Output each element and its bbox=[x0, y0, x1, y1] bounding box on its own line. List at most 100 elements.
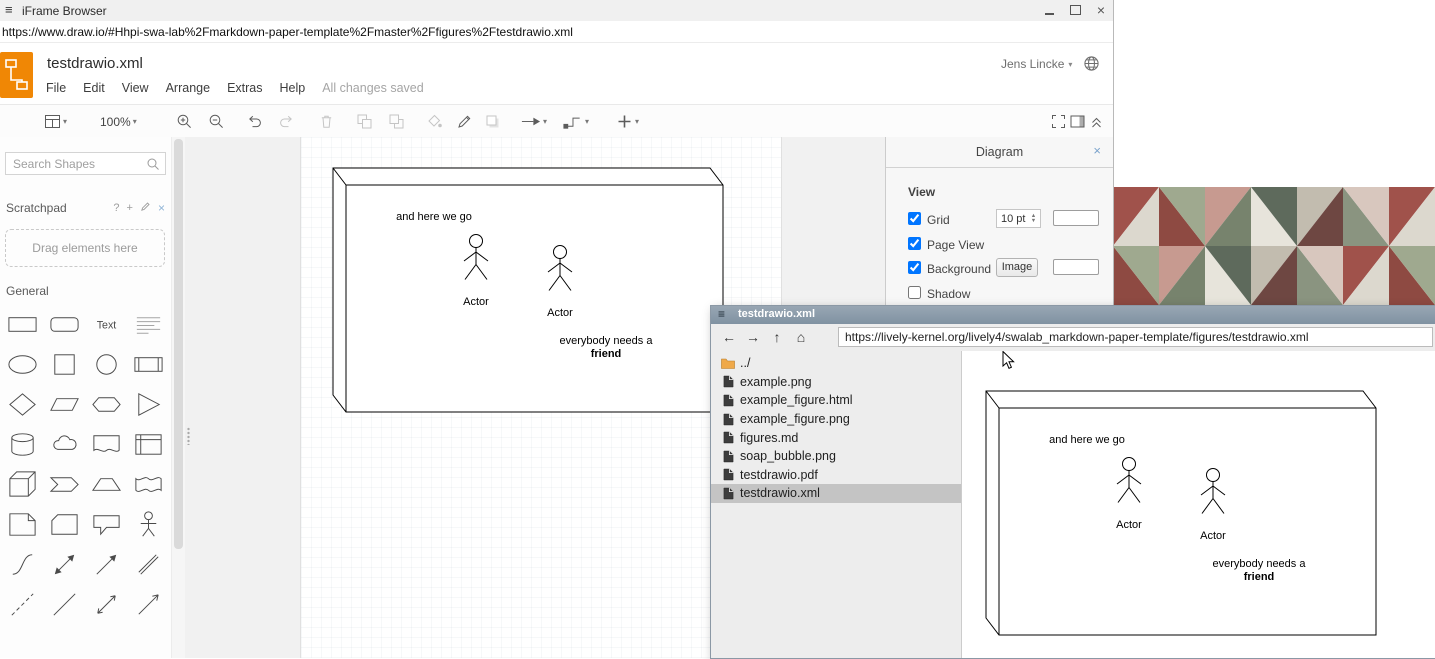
url-input[interactable] bbox=[0, 21, 1113, 42]
search-icon[interactable] bbox=[146, 157, 160, 171]
format-panel-toggle-button[interactable] bbox=[1069, 112, 1086, 131]
menu-edit[interactable]: Edit bbox=[83, 81, 105, 95]
tab-diagram[interactable]: Diagram bbox=[886, 137, 1113, 167]
shape-document[interactable] bbox=[85, 424, 127, 464]
shape-callout[interactable] bbox=[85, 504, 127, 544]
fill-color-button[interactable] bbox=[426, 112, 443, 131]
scratchpad-close-button[interactable]: × bbox=[158, 201, 165, 215]
undo-button[interactable] bbox=[246, 112, 263, 131]
shape-link[interactable] bbox=[127, 544, 169, 584]
sidebar-resize-grip[interactable] bbox=[187, 427, 190, 445]
spinner-down-icon[interactable]: ▼ bbox=[1031, 219, 1036, 224]
menu-help[interactable]: Help bbox=[280, 81, 306, 95]
scratchpad-help-button[interactable]: ? bbox=[113, 202, 119, 214]
caption-line2[interactable]: friend bbox=[591, 348, 622, 360]
menu-view[interactable]: View bbox=[122, 81, 149, 95]
actor-label[interactable]: Actor bbox=[463, 296, 489, 308]
close-button[interactable]: × bbox=[1090, 0, 1112, 20]
file-row-testdrawio.pdf[interactable]: testdrawio.pdf bbox=[711, 466, 961, 485]
shape-curve[interactable] bbox=[1, 544, 43, 584]
shape-rectangle[interactable] bbox=[1, 304, 43, 344]
to-back-button[interactable] bbox=[388, 112, 405, 131]
menu-extras[interactable]: Extras bbox=[227, 81, 262, 95]
shape-actor[interactable] bbox=[127, 504, 169, 544]
file-url-input[interactable] bbox=[838, 327, 1433, 347]
scrollbar-thumb[interactable] bbox=[174, 139, 183, 549]
window-menu-icon[interactable]: ≡ bbox=[5, 2, 13, 17]
forward-button[interactable]: → bbox=[743, 327, 763, 347]
shape-square[interactable] bbox=[43, 344, 85, 384]
shape-arrow[interactable] bbox=[85, 544, 127, 584]
to-front-button[interactable] bbox=[356, 112, 373, 131]
maximize-button[interactable] bbox=[1064, 0, 1086, 20]
scratchpad-edit-button[interactable] bbox=[140, 201, 151, 215]
background-image-button[interactable]: Image bbox=[996, 258, 1038, 277]
grid-checkbox[interactable] bbox=[908, 212, 921, 225]
file-row-testdrawio.xml[interactable]: testdrawio.xml bbox=[711, 484, 961, 503]
shape-cloud[interactable] bbox=[43, 424, 85, 464]
shape-circle[interactable] bbox=[85, 344, 127, 384]
file-browser-titlebar[interactable]: ≡ testdrawio.xml bbox=[711, 306, 1435, 325]
window-menu-icon[interactable]: ≡ bbox=[718, 307, 725, 321]
zoom-dropdown[interactable]: 100% ▾ bbox=[100, 112, 137, 131]
shape-bidirectional-arrow[interactable] bbox=[43, 544, 85, 584]
shape-line[interactable] bbox=[43, 584, 85, 624]
shape-text[interactable]: Text bbox=[85, 304, 127, 344]
shape-dashed-line[interactable] bbox=[1, 584, 43, 624]
shape-trapezoid[interactable] bbox=[85, 464, 127, 504]
caption-line1[interactable]: everybody needs a bbox=[560, 335, 654, 347]
shape-bidirectional-connector[interactable] bbox=[85, 584, 127, 624]
menu-file[interactable]: File bbox=[46, 81, 66, 95]
shape-parallelogram[interactable] bbox=[43, 384, 85, 424]
grid-color-button[interactable] bbox=[1053, 210, 1099, 226]
scratchpad-add-button[interactable]: + bbox=[127, 202, 133, 214]
shape-directional-connector[interactable] bbox=[127, 584, 169, 624]
background-color-button[interactable] bbox=[1053, 259, 1099, 275]
shape-cube[interactable] bbox=[1, 464, 43, 504]
redo-button[interactable] bbox=[278, 112, 295, 131]
file-row-example_figure.html[interactable]: example_figure.html bbox=[711, 391, 961, 410]
shape-diamond[interactable] bbox=[1, 384, 43, 424]
section-general[interactable]: General bbox=[6, 284, 49, 298]
menu-arrange[interactable]: Arrange bbox=[166, 81, 210, 95]
iframe-browser-titlebar[interactable]: ≡ iFrame Browser × bbox=[0, 0, 1113, 22]
delete-button[interactable] bbox=[318, 112, 335, 131]
background-checkbox[interactable] bbox=[908, 261, 921, 274]
up-button[interactable]: ↑ bbox=[767, 327, 787, 347]
insert-button[interactable]: ▾ bbox=[616, 112, 639, 131]
zoom-out-button[interactable] bbox=[208, 112, 225, 131]
shape-tape[interactable] bbox=[127, 464, 169, 504]
sidebar-scrollbar[interactable] bbox=[171, 137, 186, 658]
shape-note[interactable] bbox=[1, 504, 43, 544]
back-button[interactable]: ← bbox=[719, 327, 739, 347]
file-row-figures.md[interactable]: figures.md bbox=[711, 428, 961, 447]
collapse-toolbar-button[interactable] bbox=[1088, 112, 1105, 131]
user-menu[interactable]: Jens Lincke ▾ bbox=[1001, 57, 1072, 71]
connection-style-button[interactable]: ▾ bbox=[520, 112, 547, 131]
folder-row-..[interactable]: ../ bbox=[711, 354, 961, 373]
shape-cylinder[interactable] bbox=[1, 424, 43, 464]
shadow-button[interactable] bbox=[484, 112, 501, 131]
home-button[interactable]: ⌂ bbox=[791, 327, 811, 347]
zoom-in-button[interactable] bbox=[176, 112, 193, 131]
grid-size-input[interactable]: 10 pt ▲ ▼ bbox=[996, 209, 1041, 228]
page-view-checkbox[interactable] bbox=[908, 237, 921, 250]
scratchpad-drop-area[interactable]: Drag elements here bbox=[5, 229, 165, 267]
box-text[interactable]: and here we go bbox=[396, 211, 472, 223]
file-row-example_figure.png[interactable]: example_figure.png bbox=[711, 410, 961, 429]
language-globe-button[interactable] bbox=[1083, 55, 1100, 72]
fit-page-button[interactable] bbox=[1050, 112, 1067, 131]
view-selector-button[interactable]: ▾ bbox=[44, 112, 67, 131]
shape-card[interactable] bbox=[43, 504, 85, 544]
shape-hexagon[interactable] bbox=[85, 384, 127, 424]
shape-step[interactable] bbox=[43, 464, 85, 504]
search-input[interactable] bbox=[5, 152, 166, 175]
line-color-button[interactable] bbox=[456, 112, 473, 131]
file-row-example.png[interactable]: example.png bbox=[711, 373, 961, 392]
actor-label[interactable]: Actor bbox=[547, 307, 573, 319]
shape-textbox[interactable] bbox=[127, 304, 169, 344]
shape-triangle[interactable] bbox=[127, 384, 169, 424]
waypoint-style-button[interactable]: ▾ bbox=[562, 112, 589, 131]
minimize-button[interactable] bbox=[1038, 0, 1060, 20]
format-close-button[interactable]: × bbox=[1093, 144, 1101, 157]
